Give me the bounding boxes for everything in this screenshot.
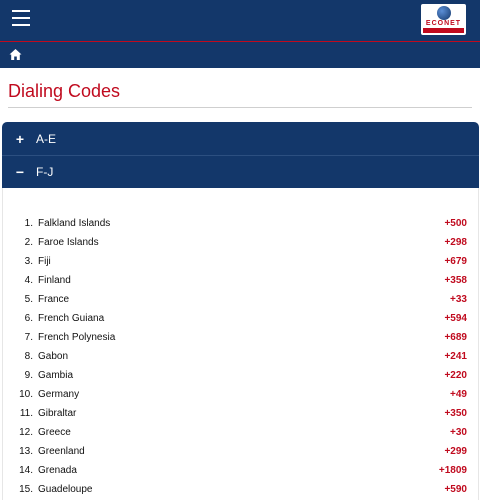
globe-icon xyxy=(437,6,451,20)
country-name: Faroe Islands xyxy=(38,237,99,248)
dialing-code: +358 xyxy=(444,275,467,286)
country-name: Fiji xyxy=(38,256,51,267)
country-name: Gambia xyxy=(38,370,74,381)
country-row: 12. Greece +30 xyxy=(3,423,478,442)
country-row: 13. Greenland +299 xyxy=(3,442,478,461)
country-row: 11. Gibraltar +350 xyxy=(3,404,478,423)
dialing-code: +594 xyxy=(444,313,467,324)
hamburger-menu-icon[interactable] xyxy=(12,10,30,26)
country-name: Gibraltar xyxy=(38,408,77,419)
country-row: 3. Fiji +679 xyxy=(3,252,478,271)
country-number: 12. xyxy=(19,427,33,438)
country-row: 4. Finland +358 xyxy=(3,271,478,290)
country-name: French Polynesia xyxy=(38,332,116,343)
country-name: Greenland xyxy=(38,446,85,457)
country-number: 13. xyxy=(19,446,33,457)
country-number: 10. xyxy=(19,389,33,400)
country-row: 2. Faroe Islands +298 xyxy=(3,233,478,252)
country-number: 6. xyxy=(24,313,33,324)
country-number: 7. xyxy=(24,332,33,343)
country-name: Grenada xyxy=(38,465,77,476)
plus-icon: + xyxy=(15,131,25,147)
country-number: 15. xyxy=(19,484,33,495)
dialing-code: +590 xyxy=(444,484,467,495)
minus-icon: − xyxy=(15,164,25,180)
title-divider xyxy=(8,107,472,108)
country-row: 14. Grenada +1809 xyxy=(3,461,478,480)
dialing-code: +241 xyxy=(444,351,467,362)
accordion-label-a-e: A-E xyxy=(36,132,57,146)
country-number: 5. xyxy=(24,294,33,305)
dialing-code: +33 xyxy=(450,294,467,305)
top-navigation-bar: ECONET xyxy=(0,0,480,42)
accordion-header-f-j[interactable]: − F-J xyxy=(2,155,479,188)
country-row: 5. France +33 xyxy=(3,290,478,309)
country-name: Falkland Islands xyxy=(38,218,111,229)
country-name: Germany xyxy=(38,389,80,400)
country-number: 11. xyxy=(19,408,33,419)
country-name: Gabon xyxy=(38,351,69,362)
country-code-list: 1. Falkland Islands +500 2. Faroe Islands +29… xyxy=(3,214,478,499)
dialing-code: +298 xyxy=(444,237,467,248)
dialing-code: +299 xyxy=(444,446,467,457)
country-number: 14. xyxy=(19,465,33,476)
logo-tagline-band xyxy=(423,28,464,33)
dialing-code: +679 xyxy=(444,256,467,267)
country-name: French Guiana xyxy=(38,313,105,324)
f-j-countries-panel: 1. Falkland Islands +500 2. Faroe Islands +29… xyxy=(2,188,479,500)
country-row: 9. Gambia +220 xyxy=(3,366,478,385)
dialing-codes-accordion: + A-E − F-J xyxy=(2,122,479,188)
country-name: Guadeloupe xyxy=(38,484,93,495)
logo-wordmark: ECONET xyxy=(425,20,462,27)
country-row: 15. Guadeloupe +590 xyxy=(3,480,478,499)
country-number: 9. xyxy=(24,370,33,381)
country-row: 7. French Polynesia +689 xyxy=(3,328,478,347)
dialing-code: +350 xyxy=(444,408,467,419)
country-number: 1. xyxy=(24,218,33,229)
country-number: 8. xyxy=(24,351,33,362)
country-row: 10. Germany +49 xyxy=(3,385,478,404)
country-row: 8. Gabon +241 xyxy=(3,347,478,366)
dialing-code: +49 xyxy=(450,389,467,400)
country-name: Greece xyxy=(38,427,71,438)
dialing-code: +500 xyxy=(444,218,467,229)
accordion-header-a-e[interactable]: + A-E xyxy=(2,122,479,156)
country-number: 4. xyxy=(24,275,33,286)
breadcrumb xyxy=(0,42,480,68)
home-icon[interactable] xyxy=(9,48,22,61)
dialing-code: +30 xyxy=(450,427,467,438)
dialing-code: +220 xyxy=(444,370,467,381)
country-name: Finland xyxy=(38,275,71,286)
dialing-code: +689 xyxy=(444,332,467,343)
dialing-code: +1809 xyxy=(438,465,467,476)
country-row: 6. French Guiana +594 xyxy=(3,309,478,328)
country-number: 3. xyxy=(24,256,33,267)
accordion-label-f-j: F-J xyxy=(36,165,54,179)
country-row: 1. Falkland Islands +500 xyxy=(3,214,478,233)
country-number: 2. xyxy=(24,237,33,248)
country-name: France xyxy=(38,294,70,305)
econet-wireless-logo[interactable]: ECONET xyxy=(421,4,466,35)
page-title: Dialing Codes xyxy=(8,81,121,101)
